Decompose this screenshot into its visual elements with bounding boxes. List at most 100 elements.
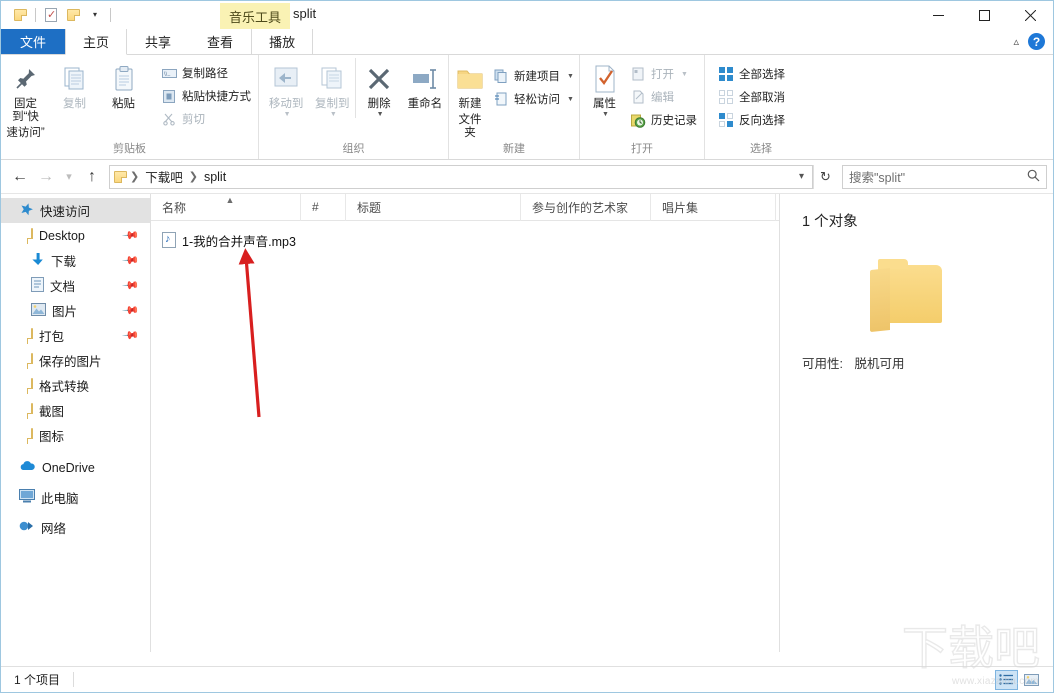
copy-path-button[interactable]: \\.. 复制路径 (158, 63, 254, 83)
minimize-button[interactable] (915, 1, 961, 29)
sidebar-item-package[interactable]: 打包 📌 (1, 323, 150, 348)
column-header-title-label: 标题 (357, 200, 382, 215)
breadcrumb-item-0[interactable]: 下载吧 (142, 167, 186, 186)
copy-to-caret-icon[interactable]: ▼ (330, 111, 337, 118)
column-header-title[interactable]: 标题 (346, 193, 521, 221)
details-view-button[interactable] (995, 669, 1018, 690)
qat-divider-2 (110, 8, 111, 22)
copy-path-icon: \\.. (161, 65, 177, 81)
breadcrumb-dropdown-icon[interactable]: ▾ (799, 171, 808, 182)
paste-icon (110, 63, 138, 95)
paste-shortcut-button[interactable]: 粘贴快捷方式 (158, 86, 254, 106)
properties-icon (591, 63, 619, 95)
sidebar-item-downloads[interactable]: 下载 📌 (1, 248, 150, 273)
folder-icon (31, 327, 33, 344)
pin-icon[interactable]: 📌 (122, 326, 141, 345)
history-icon (630, 112, 646, 128)
new-folder-button[interactable]: 新建 文件夹 (454, 58, 486, 140)
open-caret-icon[interactable]: ▼ (681, 71, 688, 78)
delete-caret-icon[interactable]: ▼ (377, 111, 384, 118)
paste-button[interactable]: 粘贴 (99, 58, 148, 111)
column-header-track-number[interactable]: # (301, 193, 346, 221)
cut-label: 剪切 (182, 114, 205, 126)
qat-folder-icon[interactable] (9, 4, 31, 26)
invert-selection-button[interactable]: 反向选择 (715, 110, 788, 130)
properties-button[interactable]: 属性 ▼ (586, 58, 623, 118)
rename-button[interactable]: 重命名 (402, 58, 448, 111)
column-header-artists[interactable]: 参与创作的艺术家 (521, 193, 651, 221)
breadcrumb-root-folder-icon[interactable] (114, 170, 127, 184)
copy-to-label: 复制到 (315, 98, 350, 110)
easy-access-caret-icon[interactable]: ▼ (567, 96, 574, 103)
easy-access-label: 轻松访问 (514, 94, 560, 106)
tab-home[interactable]: 主页 (65, 29, 128, 55)
cut-button[interactable]: 剪切 (158, 109, 254, 129)
up-arrow-icon[interactable]: ↑ (79, 164, 105, 190)
sidebar-item-format-convert[interactable]: 格式转换 (1, 373, 150, 398)
title-bar: ▾ 音乐工具 split (1, 1, 1053, 31)
rename-icon (410, 63, 440, 95)
easy-access-button[interactable]: 轻松访问 ▼ (490, 89, 577, 109)
file-list-item[interactable]: 1-我的合并声音.mp3 (151, 229, 779, 251)
qat-properties-icon[interactable] (40, 4, 62, 26)
sidebar-item-desktop[interactable]: Desktop 📌 (1, 223, 150, 248)
folder-icon (31, 427, 33, 444)
open-button[interactable]: 打开 ▼ (627, 64, 700, 84)
edit-button[interactable]: 编辑 (627, 87, 700, 107)
history-button[interactable]: 历史记录 (627, 110, 700, 130)
column-header-album[interactable]: 唱片集 (651, 193, 776, 221)
paste-shortcut-icon (161, 88, 177, 104)
refresh-icon[interactable]: ↻ (813, 164, 837, 189)
new-folder-label-line1: 新建 (458, 98, 482, 110)
sidebar-item-quick-access[interactable]: 快速访问 (1, 198, 150, 223)
sidebar-item-this-pc[interactable]: 此电脑 (1, 485, 150, 510)
onedrive-cloud-icon (19, 460, 36, 475)
sidebar-item-screenshots[interactable]: 截图 (1, 398, 150, 423)
close-button[interactable] (1007, 1, 1053, 29)
new-item-caret-icon[interactable]: ▼ (567, 73, 574, 80)
tab-share[interactable]: 共享 (127, 29, 189, 54)
move-to-button[interactable]: 移动到 ▼ (263, 58, 309, 118)
select-none-icon (718, 89, 734, 105)
copy-to-icon (317, 63, 347, 95)
forward-arrow-icon[interactable]: → (33, 164, 59, 190)
maximize-button[interactable] (961, 1, 1007, 29)
sidebar-item-pictures[interactable]: 图片 📌 (1, 298, 150, 323)
pin-to-quick-access-button[interactable]: 固定到“快 速访问” (1, 58, 50, 140)
sidebar-item-network[interactable]: 网络 (1, 515, 150, 540)
tab-play[interactable]: 播放 (251, 29, 314, 54)
help-icon[interactable]: ? (1028, 33, 1045, 50)
qat-customize-caret-icon[interactable]: ▾ (84, 4, 106, 26)
pin-icon[interactable]: 📌 (122, 276, 141, 295)
breadcrumb-separator-2: ❯ (188, 171, 198, 183)
sidebar-item-icons[interactable]: 图标 (1, 423, 150, 448)
back-arrow-icon[interactable]: ← (7, 164, 33, 190)
sidebar-item-documents[interactable]: 文档 📌 (1, 273, 150, 298)
copy-to-button[interactable]: 复制到 ▼ (309, 58, 355, 118)
tab-file[interactable]: 文件 (1, 29, 66, 54)
delete-button[interactable]: 删除 ▼ (355, 58, 401, 118)
breadcrumb-item-1[interactable]: split (201, 170, 229, 184)
select-all-button[interactable]: 全部选择 (715, 64, 788, 84)
search-icon[interactable] (1027, 169, 1040, 185)
large-icons-view-button[interactable] (1020, 670, 1043, 690)
select-none-button[interactable]: 全部取消 (715, 87, 788, 107)
move-to-caret-icon[interactable]: ▼ (284, 111, 291, 118)
pin-icon[interactable]: 📌 (122, 226, 141, 245)
address-bar: ← → ▾ ↑ ❯ 下载吧 ❯ split ▾ ↻ 搜索"split" (1, 160, 1053, 194)
pin-icon[interactable]: 📌 (122, 251, 141, 270)
copy-button[interactable]: 复制 (50, 58, 99, 111)
recent-locations-icon[interactable]: ▾ (59, 164, 79, 190)
pin-icon[interactable]: 📌 (122, 301, 141, 320)
clipboard-small-buttons: \\.. 复制路径 粘贴快捷方式 剪切 (154, 58, 258, 129)
tab-view[interactable]: 查看 (189, 29, 251, 54)
properties-caret-icon[interactable]: ▼ (602, 111, 609, 118)
qat-new-folder-icon[interactable] (62, 4, 84, 26)
search-input[interactable]: 搜索"split" (842, 164, 1047, 189)
sidebar-item-saved-pictures[interactable]: 保存的图片 (1, 348, 150, 373)
collapse-ribbon-icon[interactable]: ▵ (1013, 35, 1019, 48)
new-item-button[interactable]: 新建项目 ▼ (490, 66, 577, 86)
column-header-name[interactable]: ▲ 名称 (151, 193, 301, 221)
sidebar-item-onedrive[interactable]: OneDrive (1, 455, 150, 480)
breadcrumb[interactable]: ❯ 下载吧 ❯ split ▾ (109, 164, 813, 189)
